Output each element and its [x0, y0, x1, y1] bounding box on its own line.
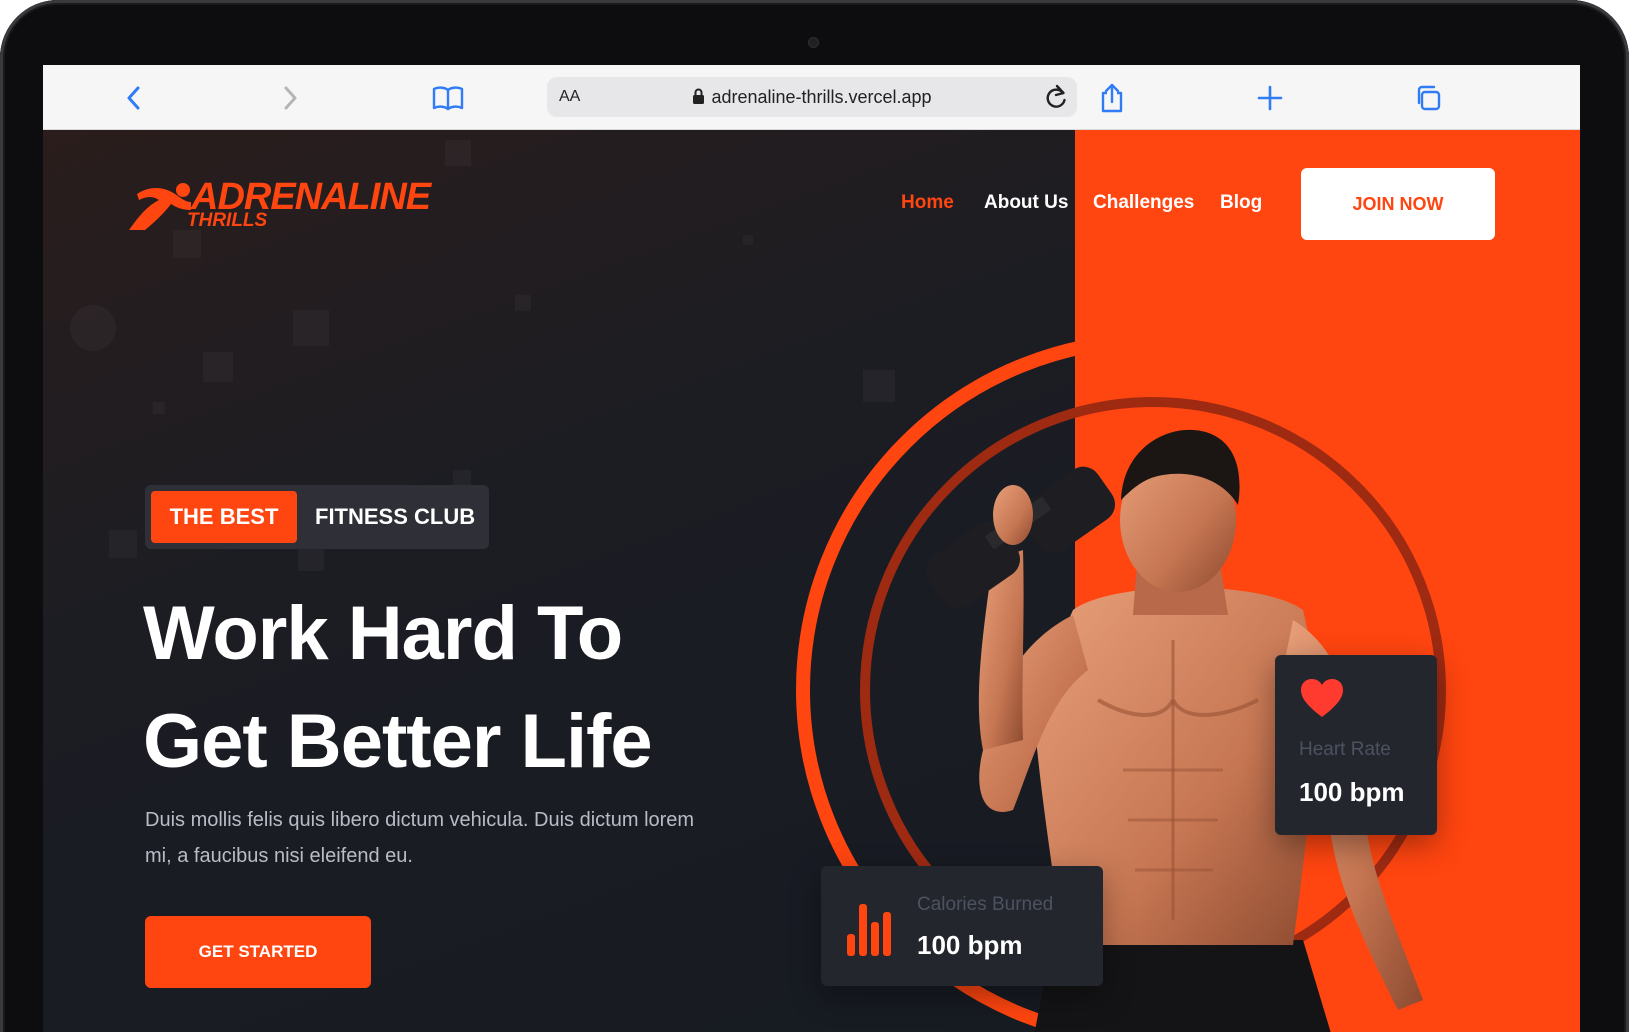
- join-now-button[interactable]: JOIN NOW: [1301, 168, 1495, 240]
- address-bar[interactable]: AA adrenaline-thrills.vercel.app: [547, 77, 1077, 117]
- bookmarks-icon[interactable]: [431, 81, 465, 115]
- description-line-2: mi, a faucibus nisi eleifend eu.: [145, 845, 413, 867]
- tablet-frame: AA adrenaline-thrills.vercel.app ADRENAL…: [0, 0, 1629, 1032]
- badge-text: FITNESS CLUB: [315, 504, 476, 529]
- forward-icon[interactable]: [273, 81, 307, 115]
- calories-label: Calories Burned: [917, 894, 1054, 915]
- heart-icon: [1301, 679, 1343, 717]
- new-tab-icon[interactable]: [1253, 81, 1287, 115]
- nav-about-us[interactable]: About Us: [984, 192, 1068, 214]
- calories-value: 100 bpm: [917, 930, 1023, 960]
- nav-blog[interactable]: Blog: [1220, 192, 1262, 214]
- camera: [808, 37, 819, 48]
- heart-rate-value: 100 bpm: [1299, 777, 1405, 807]
- headline-line-1: Work Hard To: [143, 591, 623, 676]
- back-icon[interactable]: [117, 81, 151, 115]
- description-line-1: Duis mollis felis quis libero dictum veh…: [145, 809, 695, 831]
- reload-icon[interactable]: [1043, 83, 1069, 116]
- logo-text-secondary: THRILLS: [187, 210, 268, 231]
- logo[interactable]: ADRENALINE THRILLS: [125, 176, 431, 238]
- lock-icon: [692, 88, 705, 110]
- get-started-button[interactable]: GET STARTED: [145, 916, 371, 988]
- tagline-badge: THE BEST FITNESS CLUB: [145, 485, 489, 549]
- hero-description: Duis mollis felis quis libero dictum veh…: [145, 802, 785, 874]
- nav-home[interactable]: Home: [901, 192, 954, 214]
- nav-challenges[interactable]: Challenges: [1093, 192, 1194, 214]
- website-page: ADRENALINE THRILLS Home About Us Challen…: [43, 130, 1580, 1032]
- bar-chart-icon: [847, 904, 891, 956]
- calories-card: Calories Burned 100 bpm: [821, 866, 1103, 986]
- badge-highlight: THE BEST: [151, 491, 297, 543]
- url-text: adrenaline-thrills.vercel.app: [711, 87, 932, 107]
- heart-rate-card: Heart Rate 100 bpm: [1275, 655, 1437, 835]
- browser-toolbar: AA adrenaline-thrills.vercel.app: [43, 65, 1580, 130]
- tabs-icon[interactable]: [1411, 81, 1445, 115]
- share-icon[interactable]: [1095, 81, 1129, 115]
- hero-headline: Work Hard To Get Better Life: [143, 580, 843, 796]
- heart-rate-label: Heart Rate: [1299, 739, 1391, 760]
- headline-line-2: Get Better Life: [143, 699, 653, 784]
- screen: AA adrenaline-thrills.vercel.app ADRENAL…: [43, 65, 1580, 1032]
